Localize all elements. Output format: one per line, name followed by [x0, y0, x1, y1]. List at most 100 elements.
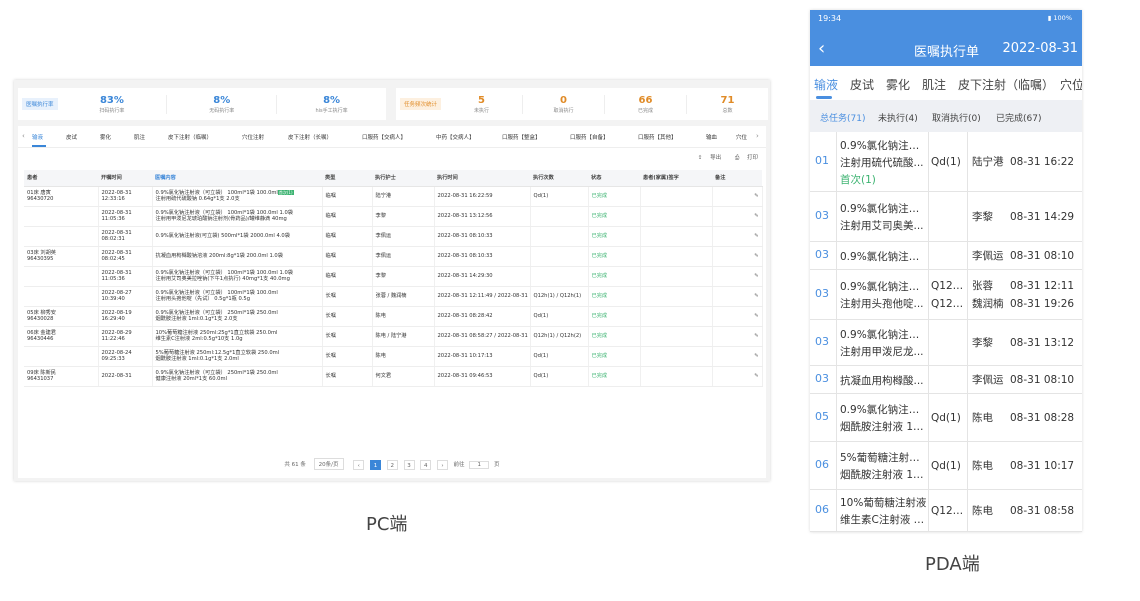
pda-list-item[interactable]: 01 0.9%氯化钠注射... 注射用硫代硫酸... 首次(1) Qd(1) 陆宁港 08-…	[810, 132, 1082, 192]
col-exec-time[interactable]: 执行时间	[434, 170, 530, 187]
exec-time: 08-31 08:10	[1010, 374, 1075, 386]
pc-caption: PC端	[366, 514, 408, 535]
table-cell: 0.9%氯化钠注射液（可立袋） 100ml*1袋 100.0ml 1.0袋 注射用…	[152, 206, 323, 227]
pda-tab-acupoint[interactable]: 穴位	[1060, 76, 1082, 93]
table-row[interactable]: 06床 金建君 96430446 2022-08-29 11:22:46 10%葡萄糖注…	[24, 326, 763, 347]
pda-order-list: 01 0.9%氯化钠注射... 注射用硫代硫酸... 首次(1) Qd(1) 陆宁港 08-…	[810, 132, 1082, 532]
tab-oral-self[interactable]: 口服药【自备】	[570, 133, 609, 141]
pda-list-item[interactable]: 03 0.9%氯化钠注射... 注射用甲泼尼龙... 李黎 08-31 13:12	[810, 320, 1082, 366]
pda-list-item[interactable]: 03 0.9%氯化钠注射... 注射用艾司奥美... 李黎 08-31 14:29	[810, 192, 1082, 242]
col-order-time[interactable]: 开嘱时间	[98, 170, 152, 187]
pda-date[interactable]: 2022-08-31	[1002, 41, 1078, 56]
pda-tab-nebulize[interactable]: 雾化	[886, 76, 910, 93]
table-cell: 2022-08-31 08:10:33	[434, 246, 531, 267]
pda-tab-skin-test[interactable]: 皮试	[850, 76, 874, 93]
edit-icon[interactable]: ✎	[754, 293, 758, 299]
tab-next-icon[interactable]: ›	[756, 132, 759, 140]
tab-acupoint[interactable]: 穴位注射	[242, 133, 264, 141]
exec-time: 2022-08-31 08:10:33	[437, 232, 493, 239]
table-cell: 10%葡萄糖注射液 250ml:25g*1直立软袋 250.0ml 维生素C注射液…	[152, 326, 323, 347]
table-row[interactable]: 03床 刘胡英 96430395 2022-08-31 08:02:45 抗凝血用枸橼酸…	[24, 246, 763, 267]
tab-transfusion[interactable]: 输血	[706, 133, 717, 141]
drug-line: 抗凝血用枸橼酸...	[840, 374, 924, 387]
pda-list-item[interactable]: 06 5%葡萄糖注射液 ... 烟酰胺注射液 1m... Qd(1) 陈电 08-31 1…	[810, 442, 1082, 490]
pda-list-item[interactable]: 03 0.9%氯化钠注射... 李佩运 08-31 08:10	[810, 242, 1082, 270]
tab-prev-icon[interactable]: ‹	[22, 132, 25, 140]
export-button[interactable]: ⇪ 导出	[692, 155, 721, 161]
pda-tab-subcut[interactable]: 皮下注射（临嘱）	[958, 76, 1054, 93]
goto-label: 前往	[453, 462, 465, 468]
order-line-2: 健康注射液 20ml*1支 60.0ml	[155, 376, 227, 382]
table-row[interactable]: 01床 唐寅 96430720 2022-08-31 12:33:16 0.9%氯化钠注…	[24, 186, 763, 207]
tab-herbal-patient[interactable]: 中药【交病人】	[436, 133, 475, 141]
edit-icon[interactable]: ✎	[754, 373, 758, 379]
back-icon[interactable]: ‹	[818, 38, 825, 59]
pda-list-item[interactable]: 05 0.9%氯化钠注射... 烟酰胺注射液 1m... Qd(1) 陈电 08-31 0…	[810, 394, 1082, 442]
tab-acupoint-2[interactable]: 穴位	[736, 133, 747, 141]
table-row[interactable]: 2022-08-31 11:05:36 0.9%氯化钠注射液（可立袋） 100ml*…	[24, 206, 763, 227]
edit-icon[interactable]: ✎	[754, 333, 758, 339]
order-line-1: 0.9%氯化钠注射液(可立袋) 500ml*1袋 2000.0ml 4.0袋	[155, 232, 290, 239]
frequency: Qd(1)	[931, 412, 961, 424]
prev-page-button[interactable]: ‹	[353, 459, 365, 470]
filter-completed[interactable]: 已完成(67)	[996, 111, 1041, 124]
table-row[interactable]: 2022-08-27 10:39:40 0.9%氯化钠注射液（可立袋） 100ml*…	[24, 286, 763, 307]
edit-icon[interactable]: ✎	[754, 193, 758, 199]
table-row[interactable]: 2022-08-31 08:02:31 0.9%氯化钠注射液(可立袋) 500ml*…	[24, 226, 763, 247]
tab-intramuscular[interactable]: 肌注	[134, 133, 145, 141]
order-type: 长嘱	[325, 332, 336, 339]
filter-all[interactable]: 总任务(71)	[820, 111, 865, 124]
page-2-button[interactable]: 2	[386, 459, 398, 470]
tab-subcut-long[interactable]: 皮下注射（长嘱）	[288, 133, 332, 141]
table-cell	[640, 286, 713, 307]
col-nurse[interactable]: 执行护士	[372, 170, 434, 187]
col-status[interactable]: 状态	[588, 170, 640, 187]
col-type[interactable]: 类型	[322, 170, 372, 187]
pda-list-item[interactable]: 03 0.9%氯化钠注射... 注射用头孢他啶... Q12h... Q12h... 张蓉…	[810, 270, 1082, 320]
edit-icon[interactable]: ✎	[754, 353, 758, 359]
tab-oral-other[interactable]: 口服药【其他】	[638, 133, 677, 141]
tab-nebulize[interactable]: 雾化	[100, 133, 111, 141]
execution-rate-panel: 医嘱执行率 83% 扫码执行率 8% 无码执行率 8% his手工执行率	[18, 88, 386, 120]
col-content[interactable]: 医嘱内容	[152, 170, 322, 187]
table-cell: 何文君	[372, 366, 435, 387]
page-3-button[interactable]: 3	[403, 459, 415, 470]
tab-oral-box[interactable]: 口服药【整盒】	[502, 133, 541, 141]
col-patient[interactable]: 患者	[24, 170, 98, 187]
tab-skin-test[interactable]: 皮试	[66, 133, 77, 141]
table-cell: 0.9%氯化钠注射液（可立袋） 100ml*1袋 100.0ml 注射用头孢他啶（…	[152, 286, 323, 307]
pda-list-item[interactable]: 03 抗凝血用枸橼酸... 李佩运 08-31 08:10	[810, 366, 1082, 394]
col-count[interactable]: 执行次数	[530, 170, 588, 187]
page-1-button[interactable]: 1	[370, 459, 382, 470]
tab-infusion[interactable]: 输液	[32, 133, 43, 141]
filter-cancelled[interactable]: 取消执行(0)	[932, 111, 981, 124]
pda-list-item[interactable]: 06 10%葡萄糖注射液 维生素C注射液 2... Q12h... 陈电 08-31 08…	[810, 490, 1082, 532]
table-cell: 临嘱	[322, 226, 373, 247]
edit-icon[interactable]: ✎	[754, 313, 758, 319]
tab-subcut-temp[interactable]: 皮下注射（临嘱）	[168, 133, 212, 141]
filter-pending[interactable]: 未执行(4)	[878, 111, 918, 124]
page-size-select[interactable]: 20条/页	[313, 458, 344, 470]
goto-page-input[interactable]: 1	[469, 461, 490, 469]
pda-tab-intramuscular[interactable]: 肌注	[922, 76, 946, 93]
edit-icon[interactable]: ✎	[754, 233, 758, 239]
print-button[interactable]: ⎙ 打印	[729, 155, 758, 161]
edit-icon[interactable]: ✎	[754, 273, 758, 279]
table-cell: 0.9%氯化钠注射液（可立袋） 250ml*1袋 250.0ml 烟酰胺注射液 1…	[152, 306, 323, 327]
table-row[interactable]: 09床 陈新民 96431037 2022-08-31 0.9%氯化钠注射液（可立袋）…	[24, 366, 763, 387]
table-row[interactable]: 2022-08-31 11:05:36 0.9%氯化钠注射液（可立袋） 100ml*…	[24, 266, 763, 287]
edit-icon[interactable]: ✎	[754, 213, 758, 219]
pda-tab-infusion[interactable]: 输液	[814, 76, 838, 93]
next-page-button[interactable]: ›	[437, 459, 449, 470]
exec-status: 已完成	[591, 192, 608, 199]
edit-icon[interactable]: ✎	[754, 253, 758, 259]
col-remark[interactable]: 备注	[712, 170, 762, 187]
page-4-button[interactable]: 4	[420, 459, 432, 470]
table-row[interactable]: 05床 柳秀安 96430028 2022-08-19 16:29:40 0.9%氯化钠…	[24, 306, 763, 327]
tab-oral-patient[interactable]: 口服药【交病人】	[362, 133, 406, 141]
table-cell	[640, 186, 713, 207]
exec-count: Q12h(1) / Q12h(2)	[533, 332, 582, 339]
drug-line: 注射用头孢他啶...	[840, 298, 924, 310]
col-signature[interactable]: 患者(家属)签字	[640, 170, 712, 187]
table-row[interactable]: 2022-08-24 09:25:33 5%葡萄糖注射液 250ml:12.5g*1…	[24, 346, 763, 367]
